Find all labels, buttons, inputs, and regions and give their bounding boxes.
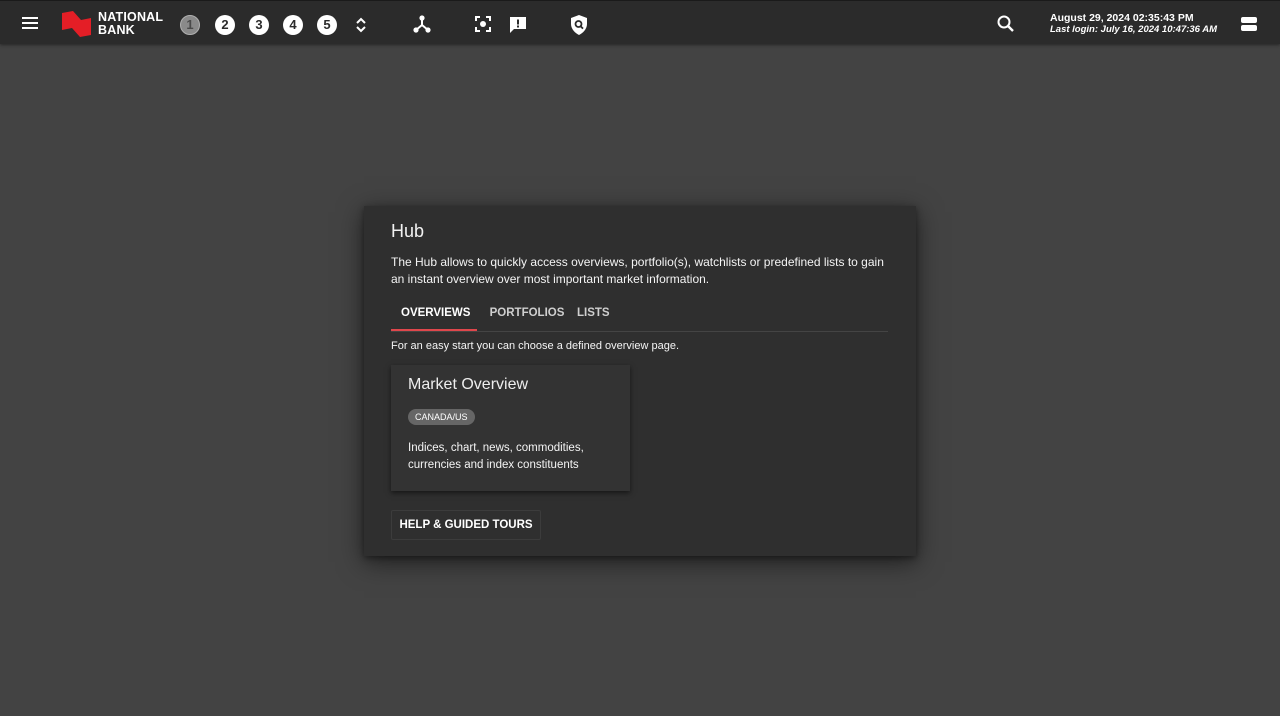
national-bank-logo[interactable]: NATIONAL BANK xyxy=(60,10,164,38)
help-guided-tours-button[interactable]: HELP & GUIDED TOURS xyxy=(391,510,541,540)
network-icon[interactable] xyxy=(412,14,432,34)
alert-message-icon[interactable] xyxy=(508,15,528,35)
chevron-up-down-icon[interactable] xyxy=(353,15,369,35)
tab-portfolios[interactable]: PORTFOLIOS xyxy=(477,301,577,329)
brand-name: NATIONAL BANK xyxy=(98,10,164,37)
top-bar: NATIONAL BANK 1 2 3 4 5 August 29, 2024 … xyxy=(0,0,1280,44)
market-overview-card[interactable]: Market Overview CANADA/US Indices, chart… xyxy=(391,365,630,491)
hub-title: Hub xyxy=(391,221,425,241)
hub-tabs: OVERVIEWS PORTFOLIOS LISTS xyxy=(391,301,888,332)
hub-panel: Hub The Hub allows to quickly access ove… xyxy=(364,206,916,556)
workspace-3-button[interactable]: 3 xyxy=(249,15,269,35)
workspace-4-button[interactable]: 4 xyxy=(283,15,303,35)
account-icon[interactable] xyxy=(1240,16,1258,32)
tab-lists[interactable]: LISTS xyxy=(567,301,610,329)
workspace-1-button[interactable]: 1 xyxy=(180,15,200,35)
overview-hint: For an easy start you can choose a defin… xyxy=(391,340,680,352)
last-login: Last login: July 16, 2024 10:47:36 AM xyxy=(1050,24,1218,35)
hub-description: The Hub allows to quickly access overvie… xyxy=(391,255,884,286)
menu-icon[interactable] xyxy=(20,13,42,33)
workspace-5-button[interactable]: 5 xyxy=(317,15,337,35)
current-datetime: August 29, 2024 02:35:43 PM xyxy=(1050,12,1194,24)
shield-search-icon[interactable] xyxy=(569,14,589,36)
tab-overviews[interactable]: OVERVIEWS xyxy=(391,301,477,331)
session-info: August 29, 2024 02:35:43 PM Last login: … xyxy=(1050,12,1217,36)
card-title: Market Overview xyxy=(408,376,529,393)
search-icon[interactable] xyxy=(996,14,1016,34)
region-badge: CANADA/US xyxy=(408,409,475,425)
card-description: Indices, chart, news, commodities, curre… xyxy=(408,442,584,471)
focus-frame-icon[interactable] xyxy=(474,15,492,33)
workspace-2-button[interactable]: 2 xyxy=(215,15,235,35)
